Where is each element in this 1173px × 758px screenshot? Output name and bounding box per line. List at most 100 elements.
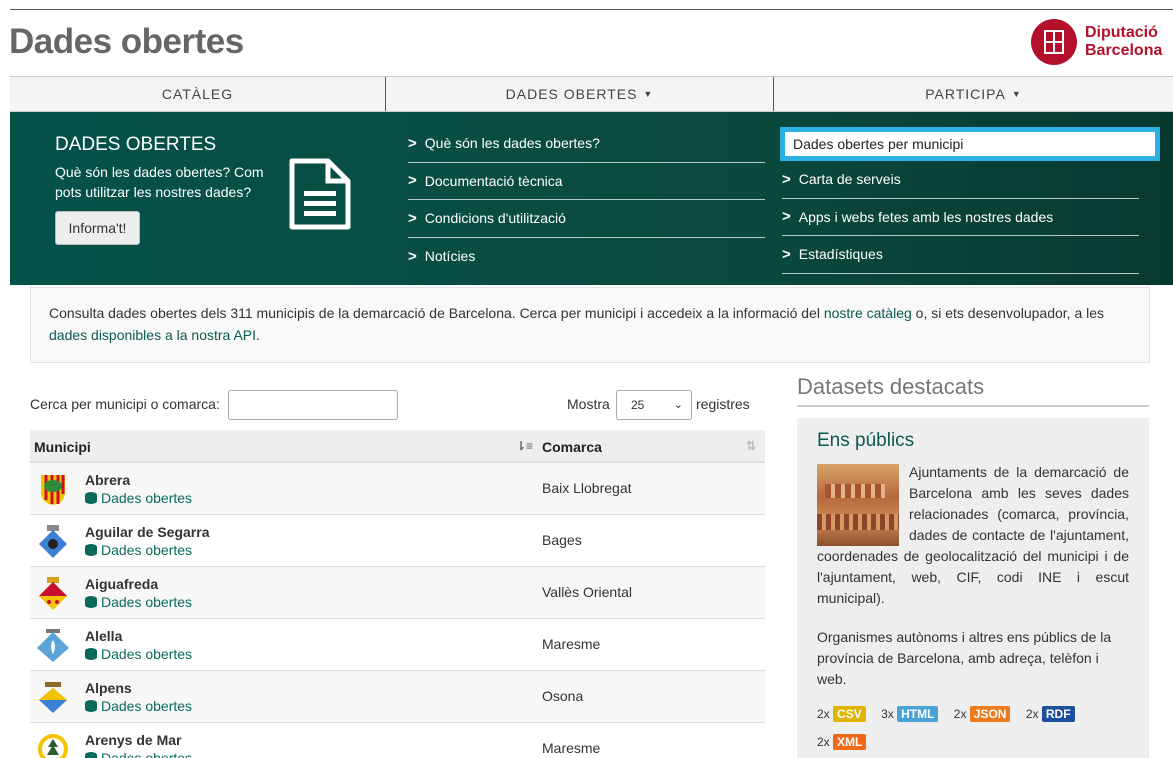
mega-link-documentacio[interactable]: > Documentació tècnica <box>408 163 765 200</box>
municipi-name: Arenys de Mar <box>85 732 182 748</box>
format-xml[interactable]: 2x XML <box>817 728 867 756</box>
dataset-thumbnail[interactable] <box>817 464 899 546</box>
database-icon <box>85 544 97 556</box>
dades-obertes-link[interactable]: Dades obertes <box>85 594 192 610</box>
mega-description: Què són les dades obertes? Com pots util… <box>55 164 264 200</box>
top-rule <box>10 9 1173 10</box>
dataset-title[interactable]: Ens públics <box>817 430 1129 452</box>
comarca-name: Bages <box>542 532 582 548</box>
municipi-name: Alpens <box>85 680 132 696</box>
sort-icon[interactable]: ⇅ <box>746 439 756 453</box>
comarca-name: Vallès Oriental <box>542 584 633 600</box>
caret-down-icon: ▼ <box>643 89 654 99</box>
col-header-municipi[interactable]: Municipi <box>34 439 91 455</box>
mega-link-que-son[interactable]: > Què són les dades obertes? <box>408 125 765 163</box>
table-row: Arenys de Mar Dades obertes Maresme <box>30 723 765 758</box>
crest-icon <box>39 577 67 610</box>
comarca-name: Baix Llobregat <box>542 480 632 496</box>
mega-link-estadistiques[interactable]: > Estadístiques <box>782 236 1139 274</box>
table-row: Abrera Dades obertes Baix Llobregat <box>30 463 765 515</box>
comarca-name: Maresme <box>542 740 601 756</box>
municipi-name: Aguilar de Segarra <box>85 524 210 540</box>
site-title[interactable]: Dades obertes <box>9 22 244 62</box>
datasets-title: Datasets destacats <box>797 374 985 399</box>
dades-obertes-link[interactable]: Dades obertes <box>85 698 192 714</box>
crest-icon <box>41 475 65 505</box>
table-header: Municipi ⇂≡ Comarca ⇅ <box>30 430 765 463</box>
database-icon <box>85 596 97 608</box>
chevron-right-icon: > <box>408 209 417 227</box>
mega-link-apps-webs[interactable]: > Apps i webs fetes amb les nostres dades <box>782 199 1139 236</box>
mega-link-dades-municipi[interactable]: Dades obertes per municipi <box>780 127 1160 161</box>
crest-icon <box>39 525 67 558</box>
crest-icon <box>39 682 67 713</box>
dataset-description-2: Organismes autònoms i altres ens públics… <box>817 629 1112 687</box>
search-input[interactable] <box>228 390 398 420</box>
format-rdf[interactable]: 2x RDF <box>1026 700 1075 728</box>
page-size-select[interactable]: 25 ⌄ <box>616 390 692 420</box>
info-text: o, si ets desenvolupador, a les <box>911 305 1105 321</box>
table-row: Alpens Dades obertes Osona <box>30 671 765 723</box>
nav-dades-obertes[interactable]: DADES OBERTES ▼ <box>386 77 774 111</box>
format-html[interactable]: 3x HTML <box>881 700 939 728</box>
table-row: Aguilar de Segarra Dades obertes Bages <box>30 515 765 567</box>
database-icon <box>85 752 97 758</box>
database-icon <box>85 648 97 660</box>
chevron-right-icon: > <box>782 208 791 226</box>
info-text: . <box>256 327 260 343</box>
table-row: Alella Dades obertes Maresme <box>30 619 765 671</box>
api-link[interactable]: dades disponibles a la nostra API <box>49 327 256 343</box>
dades-obertes-link[interactable]: Dades obertes <box>85 542 192 558</box>
municipi-name: Aiguafreda <box>85 576 159 592</box>
mega-link-carta-serveis[interactable]: > Carta de serveis <box>782 161 1139 199</box>
mega-menu: DADES OBERTES Què són les dades obertes?… <box>10 112 1173 285</box>
crest-icon <box>38 734 68 758</box>
cataleg-link[interactable]: nostre catàleg <box>824 305 912 321</box>
show-label: Mostra <box>567 396 610 412</box>
featured-dataset: Ens públics Ajuntaments de la demarcació… <box>797 418 1149 758</box>
mega-title: DADES OBERTES <box>55 134 217 155</box>
database-icon <box>85 492 97 504</box>
info-box: Consulta dades obertes dels 311 municipi… <box>30 287 1150 363</box>
document-icon <box>289 158 351 230</box>
col-header-comarca[interactable]: Comarca <box>542 439 602 455</box>
format-json[interactable]: 2x JSON <box>954 700 1011 728</box>
mega-column-1: > Què són les dades obertes? > Documentaci… <box>408 125 765 275</box>
format-csv[interactable]: 2x CSV <box>817 700 866 728</box>
chevron-right-icon: > <box>408 247 417 265</box>
sort-asc-icon[interactable]: ⇂≡ <box>516 439 533 453</box>
dades-obertes-link[interactable]: Dades obertes <box>85 490 192 506</box>
informat-button[interactable]: Informa't! <box>55 211 140 245</box>
chevron-right-icon: > <box>408 172 417 190</box>
logo-emblem-icon <box>1031 19 1077 65</box>
side-divider <box>797 405 1149 407</box>
database-icon <box>85 700 97 712</box>
crest-icon <box>37 629 69 662</box>
nav-cataleg[interactable]: CATÀLEG <box>10 77 386 111</box>
table-controls: Cerca per municipi o comarca: Mostra 25 ⌄… <box>30 390 765 420</box>
mega-link-noticies[interactable]: > Notícies <box>408 238 765 276</box>
chevron-down-icon: ⌄ <box>673 399 683 411</box>
table-row: Aiguafreda Dades obertes Vallès Oriental <box>30 567 765 619</box>
chevron-right-icon: > <box>782 170 791 188</box>
registres-label: registres <box>696 396 750 412</box>
mega-link-condicions[interactable]: > Condicions d'utilització <box>408 200 765 238</box>
mega-column-2: Dades obertes per municipi > Carta de ser… <box>780 125 1160 274</box>
logo-text: Diputació Barcelona <box>1085 24 1163 59</box>
format-badges: 2x CSV 3x HTML 2x JSON 2x RDF 2x XML <box>817 700 1129 756</box>
comarca-name: Maresme <box>542 636 601 652</box>
caret-down-icon: ▼ <box>1011 89 1022 99</box>
diputacio-logo[interactable]: Diputació Barcelona <box>1031 19 1162 65</box>
info-text: Consulta dades obertes dels 311 municipi… <box>49 305 824 321</box>
dades-obertes-link[interactable]: Dades obertes <box>85 750 192 758</box>
search-label: Cerca per municipi o comarca: <box>30 396 220 412</box>
main-nav: CATÀLEG DADES OBERTES ▼ PARTICIPA ▼ <box>10 76 1173 112</box>
chevron-right-icon: > <box>782 245 791 263</box>
municipis-table: Municipi ⇂≡ Comarca ⇅ Abrera Dades obert… <box>30 430 765 758</box>
municipi-name: Alella <box>85 628 123 644</box>
chevron-right-icon: > <box>408 134 417 152</box>
municipi-name: Abrera <box>85 472 131 488</box>
dades-obertes-link[interactable]: Dades obertes <box>85 646 192 662</box>
comarca-name: Osona <box>542 688 584 704</box>
nav-participa[interactable]: PARTICIPA ▼ <box>774 77 1173 111</box>
